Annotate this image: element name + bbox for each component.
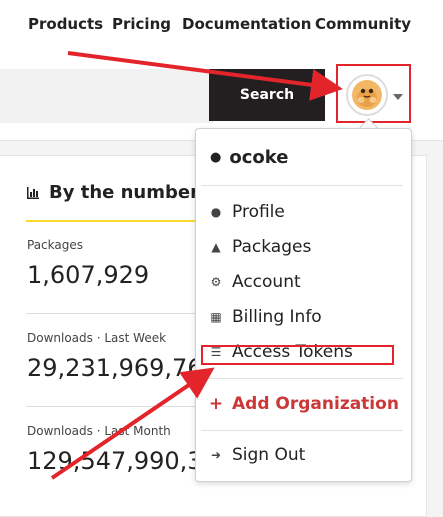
menu-item-profile[interactable]: ● Profile xyxy=(208,202,285,222)
nav-documentation[interactable]: Documentation xyxy=(182,15,311,33)
menu-item-add-organization[interactable]: + Add Organization xyxy=(208,394,399,414)
bar-chart-icon xyxy=(27,187,39,199)
gear-icon: ⚙ xyxy=(210,275,222,289)
menu-item-label: Profile xyxy=(232,202,285,222)
avatar-image-icon xyxy=(352,80,382,110)
menu-item-label: Packages xyxy=(232,237,312,257)
chevron-down-icon[interactable] xyxy=(393,94,403,100)
plus-icon: + xyxy=(208,394,224,414)
search-button[interactable]: Search xyxy=(209,69,325,121)
nav-products[interactable]: Products xyxy=(28,15,103,33)
menu-item-packages[interactable]: ▲ Packages xyxy=(208,237,311,257)
menu-item-label: Account xyxy=(232,272,301,292)
menu-item-account[interactable]: ⚙ Account xyxy=(208,272,301,292)
stats-divider xyxy=(26,313,196,314)
menu-item-sign-out[interactable]: ➜ Sign Out xyxy=(208,445,305,465)
avatar[interactable] xyxy=(346,74,388,116)
stat-value-monthly: 129,547,990,3 xyxy=(27,447,203,475)
stat-label-weekly: Downloads · Last Week xyxy=(27,331,167,345)
stats-underline xyxy=(26,220,196,222)
stats-heading: By the numbers xyxy=(49,182,210,203)
user-dropdown-menu xyxy=(195,128,412,482)
dropdown-separator xyxy=(201,378,403,379)
menu-item-label: Sign Out xyxy=(232,445,306,465)
nav-pricing[interactable]: Pricing xyxy=(112,15,171,33)
menu-item-billing[interactable]: ▦ Billing Info xyxy=(208,307,322,327)
sign-out-icon: ➜ xyxy=(210,448,222,462)
stat-value-packages: 1,607,929 xyxy=(27,261,150,289)
stat-value-weekly: 29,231,969,76 xyxy=(27,354,203,382)
top-nav: Products Pricing Documentation Community xyxy=(0,0,443,51)
nav-community[interactable]: Community xyxy=(315,15,411,33)
menu-item-label: Billing Info xyxy=(232,307,322,327)
search-input[interactable] xyxy=(0,69,213,123)
dropdown-username: ● ocoke xyxy=(210,147,288,168)
packages-icon: ▲ xyxy=(211,240,221,254)
credit-card-icon: ▦ xyxy=(210,310,222,324)
stats-divider xyxy=(26,406,196,407)
user-icon: ● xyxy=(210,205,222,219)
dropdown-separator xyxy=(201,430,403,431)
menu-item-label: Add Organization xyxy=(232,394,399,414)
dropdown-separator xyxy=(201,185,403,186)
username-label: ocoke xyxy=(229,147,289,168)
stat-label-packages: Packages xyxy=(27,238,83,252)
access-tokens-highlight-box xyxy=(201,345,394,365)
stat-label-monthly: Downloads · Last Month xyxy=(27,424,171,438)
user-icon: ● xyxy=(210,150,222,165)
